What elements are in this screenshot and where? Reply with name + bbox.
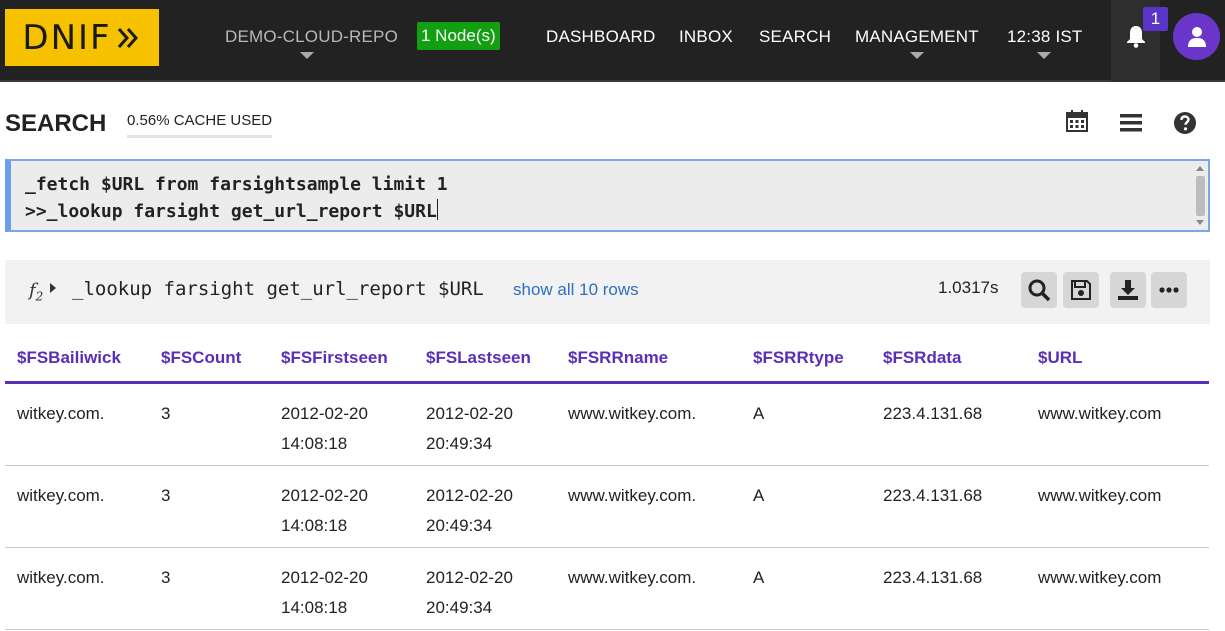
table-cell: 2012-02-20 20:49:34 [426, 404, 513, 453]
table-cell: www.witkey.com [1038, 486, 1162, 505]
table-cell: witkey.com. [17, 486, 105, 505]
table-header: $FSBailiwick $FSCount $FSFirstseen $FSLa… [5, 335, 1209, 384]
table-cell: www.witkey.com [1038, 568, 1162, 587]
user-avatar[interactable] [1173, 13, 1220, 60]
table-cell: 3 [161, 486, 171, 505]
help-icon[interactable] [1172, 110, 1198, 136]
node-status-badge[interactable]: 1 Node(s) [417, 22, 500, 50]
download-results-button[interactable] [1110, 272, 1146, 308]
query-scrollbar[interactable] [1194, 164, 1206, 227]
calendar-icon[interactable] [1064, 108, 1090, 134]
table-row[interactable]: witkey.com. 3 2012-02-20 14:08:18 2012-0… [5, 548, 1209, 630]
table-cell: 2012-02-20 20:49:34 [426, 568, 513, 617]
column-header[interactable]: $FSBailiwick [17, 348, 121, 368]
top-navbar: DNIF DEMO-CLOUD-REPO 1 Node(s) DASHBOARD… [0, 0, 1225, 82]
elapsed-time: 1.0317s [938, 278, 999, 297]
repo-selector[interactable]: DEMO-CLOUD-REPO [225, 27, 398, 47]
table-cell: 2012-02-20 20:49:34 [426, 486, 513, 535]
function-letter: f [29, 280, 36, 301]
column-header[interactable]: $URL [1038, 348, 1082, 368]
column-header[interactable]: $FSCount [161, 348, 241, 368]
scroll-down-arrow-icon[interactable] [1196, 220, 1204, 225]
more-icon [1159, 287, 1179, 293]
result-query: _lookup farsight get_url_report $URL [72, 278, 484, 300]
nav-inbox[interactable]: INBOX [679, 27, 733, 47]
more-options-button[interactable] [1151, 272, 1187, 308]
function-label[interactable]: f2 [29, 280, 43, 304]
column-header[interactable]: $FSFirstseen [281, 348, 388, 368]
query-text[interactable]: _fetch $URL from farsightsample limit 1 … [25, 171, 448, 225]
search-results-button[interactable] [1021, 272, 1057, 308]
table-cell: 3 [161, 404, 171, 423]
column-header[interactable]: $FSRRname [568, 348, 668, 368]
time-chevron-down-icon[interactable] [1037, 52, 1051, 59]
table-cell: www.witkey.com. [568, 404, 697, 423]
scrollbar-thumb[interactable] [1196, 176, 1205, 216]
table-cell: 2012-02-20 14:08:18 [281, 486, 368, 535]
column-header[interactable]: $FSLastseen [426, 348, 531, 368]
management-chevron-down-icon[interactable] [910, 52, 924, 59]
result-header: f2 _lookup farsight get_url_report $URL … [5, 260, 1210, 324]
table-cell: A [753, 486, 765, 505]
table-cell: 223.4.131.68 [883, 404, 983, 423]
column-header[interactable]: $FSRRtype [753, 348, 844, 368]
table-cell: A [753, 404, 765, 423]
save-results-button[interactable] [1063, 272, 1099, 308]
results-table: $FSBailiwick $FSCount $FSFirstseen $FSLa… [5, 335, 1209, 630]
scroll-up-arrow-icon[interactable] [1196, 166, 1204, 171]
query-line-1: _fetch $URL from farsightsample limit 1 [25, 174, 448, 195]
function-index: 2 [35, 289, 44, 304]
table-cell: witkey.com. [17, 568, 105, 587]
user-icon [1187, 26, 1206, 47]
table-cell: www.witkey.com [1038, 404, 1162, 423]
query-line-2: >>_lookup farsight get_url_report $URL [25, 201, 437, 222]
nav-search[interactable]: SEARCH [759, 27, 831, 47]
page-title: SEARCH [5, 110, 107, 137]
table-cell: 3 [161, 568, 171, 587]
table-cell: 2012-02-20 14:08:18 [281, 404, 368, 453]
table-cell: 2012-02-20 14:08:18 [281, 568, 368, 617]
chevrons-icon [117, 27, 138, 48]
download-icon [1118, 280, 1138, 300]
cache-usage-indicator: 0.56% CACHE USED [127, 112, 273, 138]
text-cursor [436, 199, 438, 220]
search-icon [1028, 279, 1051, 302]
expand-caret-icon[interactable] [50, 283, 56, 293]
table-cell: 223.4.131.68 [883, 568, 983, 587]
table-row[interactable]: witkey.com. 3 2012-02-20 14:08:18 2012-0… [5, 466, 1209, 548]
repo-chevron-down-icon[interactable] [300, 52, 314, 59]
column-header[interactable]: $FSRdata [883, 348, 961, 368]
table-row[interactable]: witkey.com. 3 2012-02-20 14:08:18 2012-0… [5, 384, 1209, 466]
nav-time[interactable]: 12:38 IST [1007, 27, 1083, 47]
table-cell: www.witkey.com. [568, 568, 697, 587]
menu-icon[interactable] [1118, 110, 1144, 136]
table-cell: 223.4.131.68 [883, 486, 983, 505]
nav-management[interactable]: MANAGEMENT [855, 27, 979, 47]
show-all-rows-link[interactable]: show all 10 rows [513, 280, 639, 300]
table-cell: www.witkey.com. [568, 486, 697, 505]
save-icon [1071, 280, 1091, 300]
logo-text: DNIF [22, 17, 112, 58]
table-cell: A [753, 568, 765, 587]
nav-dashboard[interactable]: DASHBOARD [546, 27, 656, 47]
notification-count-badge[interactable]: 1 [1143, 7, 1168, 31]
table-cell: witkey.com. [17, 404, 105, 423]
query-editor[interactable]: _fetch $URL from farsightsample limit 1 … [5, 159, 1210, 232]
dnif-logo[interactable]: DNIF [5, 9, 159, 66]
